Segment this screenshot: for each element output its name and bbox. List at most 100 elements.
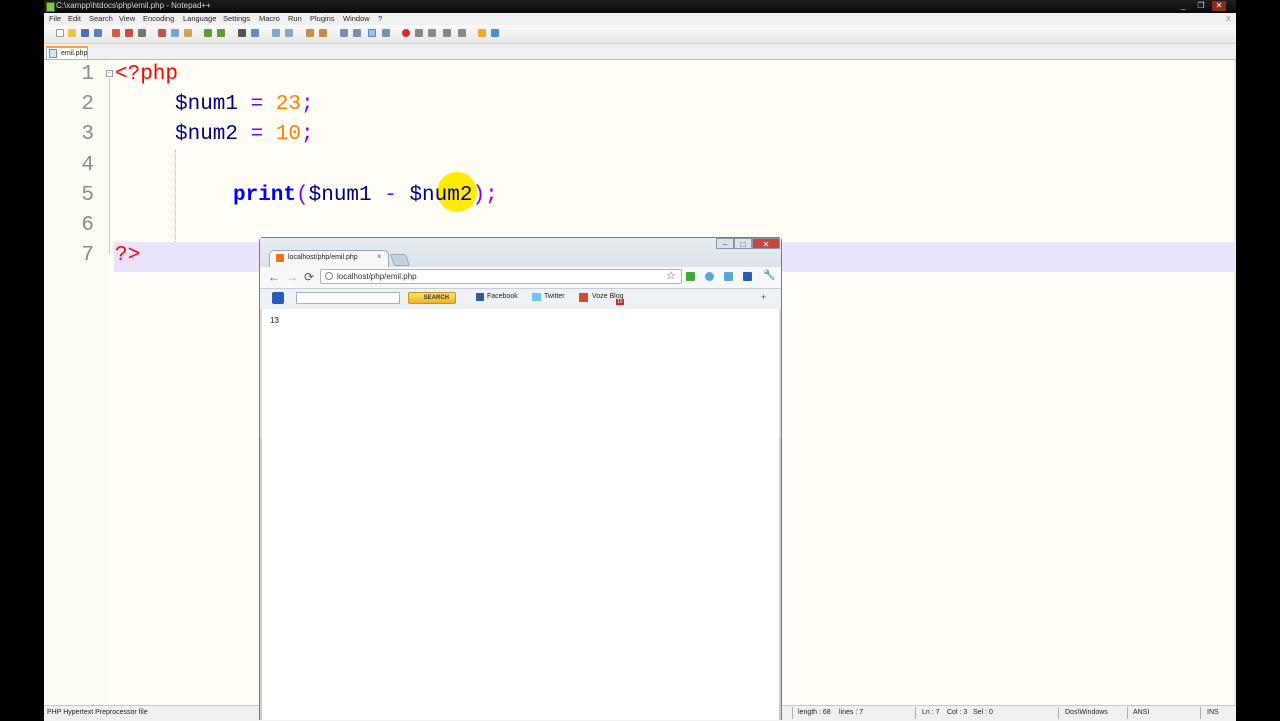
- menu-edit[interactable]: Edit: [68, 14, 81, 23]
- menu-macro[interactable]: Macro: [259, 14, 280, 23]
- fold-line: [109, 78, 110, 254]
- save-macro-icon[interactable]: [458, 29, 466, 37]
- toolbar-logo-icon[interactable]: [272, 292, 284, 304]
- all-chars-icon[interactable]: [353, 29, 361, 37]
- zoom-out-icon[interactable]: [285, 29, 293, 37]
- stop-macro-icon[interactable]: [415, 29, 423, 37]
- doc-map-icon[interactable]: [382, 29, 390, 37]
- xampp-favicon-icon: [276, 254, 284, 262]
- menu-language[interactable]: Language: [183, 14, 216, 23]
- close-all-icon[interactable]: [125, 29, 133, 37]
- menu-window[interactable]: Window: [343, 14, 370, 23]
- tab-close-icon[interactable]: ×: [377, 252, 382, 261]
- variable-num2: $num2: [175, 123, 239, 146]
- print-icon[interactable]: [138, 29, 146, 37]
- variable-num1: $num1: [175, 93, 239, 116]
- indent-guide-icon[interactable]: [368, 29, 376, 37]
- redo-icon[interactable]: [217, 29, 225, 37]
- page-info-icon[interactable]: [325, 272, 333, 280]
- save-all-icon[interactable]: [94, 29, 102, 37]
- menu-encoding[interactable]: Encoding: [143, 14, 174, 23]
- sync-v-icon[interactable]: [306, 29, 314, 37]
- page-content: [262, 309, 779, 720]
- browser-tab-title: localhost/php/emil.php: [288, 254, 358, 261]
- maximize-button[interactable]: ❐: [1194, 1, 1208, 11]
- add-bookmark-icon[interactable]: +: [761, 292, 766, 302]
- bookmark-facebook[interactable]: Facebook: [487, 293, 518, 300]
- toolbar-search-button[interactable]: SEARCH: [408, 292, 456, 304]
- sync-h-icon[interactable]: [319, 29, 327, 37]
- replace-icon[interactable]: [251, 29, 259, 37]
- variable-num2: $num2: [409, 184, 473, 207]
- paren-open: (: [296, 184, 309, 207]
- record-macro-icon[interactable]: [402, 29, 410, 37]
- number-literal: 23: [275, 93, 302, 116]
- word-wrap-icon[interactable]: [340, 29, 348, 37]
- paste-icon[interactable]: [184, 29, 192, 37]
- browser-close-button[interactable]: ✕: [752, 238, 780, 249]
- browser-minimize-button[interactable]: –: [716, 238, 734, 249]
- assign-operator: =: [238, 93, 276, 116]
- menu-run[interactable]: Run: [288, 14, 302, 23]
- close-button[interactable]: ✕: [1212, 1, 1226, 11]
- line-number: 5: [81, 184, 94, 207]
- browser-maximize-button[interactable]: □: [734, 238, 752, 249]
- window-title: C:\xampp\htdocs\php\emil.php - Notepad++: [56, 1, 211, 10]
- menu-close-doc[interactable]: X: [1226, 14, 1231, 23]
- title-bar: [44, 0, 1236, 13]
- plugin-icon[interactable]: [491, 29, 499, 37]
- back-icon[interactable]: ←: [268, 270, 280, 284]
- notification-badge: 10: [616, 299, 624, 305]
- undo-icon[interactable]: [204, 29, 212, 37]
- run-icon[interactable]: [478, 29, 486, 37]
- frame-edge-left: [260, 438, 262, 720]
- line-number: 2: [81, 93, 94, 116]
- signal-extension-icon[interactable]: [686, 272, 695, 281]
- code-line-3: $num2 = 10;: [175, 120, 314, 150]
- open-file-icon[interactable]: [68, 29, 76, 37]
- fold-minus-icon[interactable]: −: [106, 70, 113, 77]
- url-text[interactable]: localhost/php/emil.php: [337, 272, 417, 281]
- php-open-tag: <?php: [115, 63, 179, 86]
- toolbar-search-input[interactable]: [296, 292, 400, 304]
- find-icon[interactable]: [238, 29, 246, 37]
- code-line-2: $num1 = 23;: [175, 90, 314, 120]
- status-divider: [1200, 707, 1201, 719]
- sync-extension-icon[interactable]: [724, 272, 733, 281]
- status-divider: [1058, 707, 1059, 719]
- menu-file[interactable]: File: [49, 14, 61, 23]
- wrench-menu-icon[interactable]: 🔧: [763, 270, 775, 281]
- notepad-app-icon: [46, 2, 55, 12]
- copy-icon[interactable]: [171, 29, 179, 37]
- menu-search[interactable]: Search: [89, 14, 113, 23]
- editor-scrollbar[interactable]: [1234, 60, 1236, 705]
- semicolon: ;: [301, 93, 314, 116]
- paren-close: ): [472, 184, 486, 207]
- minus-operator: -: [371, 184, 410, 207]
- run-macro-icon[interactable]: [443, 29, 451, 37]
- forward-icon[interactable]: →: [286, 270, 298, 284]
- status-divider: [915, 707, 916, 719]
- status-lines: lines : 7: [839, 709, 864, 716]
- menu-plugins[interactable]: Plugins: [310, 14, 335, 23]
- status-divider: [792, 707, 793, 719]
- menu-settings[interactable]: Settings: [223, 14, 250, 23]
- play-macro-icon[interactable]: [428, 29, 436, 37]
- status-length: length : 68: [798, 709, 831, 716]
- reload-icon[interactable]: ⟳: [304, 270, 314, 284]
- bookmark-star-icon[interactable]: ☆: [666, 269, 676, 282]
- status-encoding: ANSI: [1133, 709, 1150, 716]
- eye-extension-icon[interactable]: [705, 272, 714, 281]
- save-icon[interactable]: [81, 29, 89, 37]
- menu-help[interactable]: ?: [378, 14, 382, 23]
- status-eol: Dos\Windows: [1065, 709, 1108, 716]
- status-file-type: PHP Hypertext Preprocessor file: [47, 709, 148, 716]
- menu-view[interactable]: View: [119, 14, 135, 23]
- bookmark-twitter[interactable]: Twitter: [544, 293, 565, 300]
- cut-icon[interactable]: [158, 29, 166, 37]
- close-file-icon[interactable]: [112, 29, 120, 37]
- zoom-in-icon[interactable]: [272, 29, 280, 37]
- minimize-button[interactable]: _: [1176, 1, 1190, 11]
- new-file-icon[interactable]: [56, 29, 64, 37]
- k-extension-icon[interactable]: [743, 272, 752, 281]
